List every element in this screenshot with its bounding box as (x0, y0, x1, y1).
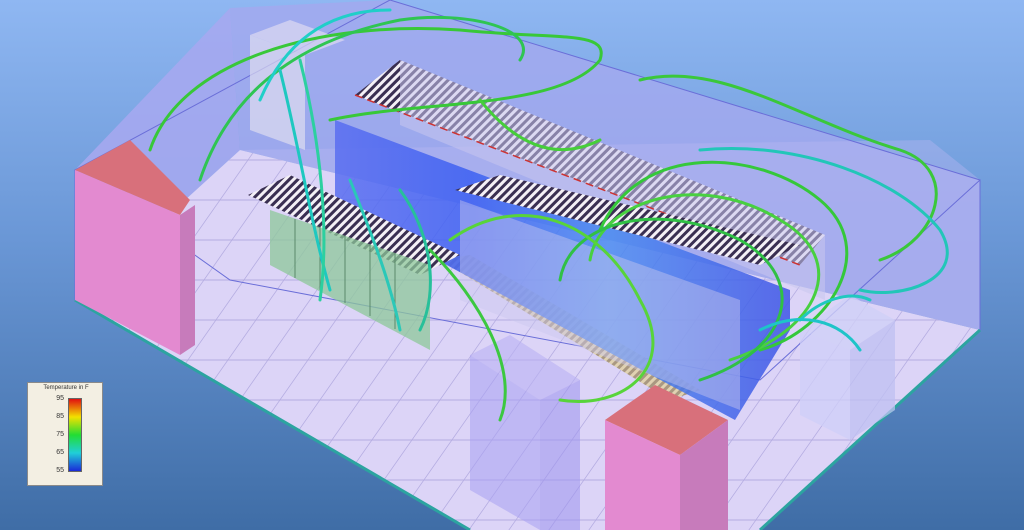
legend-tick-75: 75 (56, 431, 64, 438)
color-scale-bar (68, 398, 82, 472)
datacenter-cfd-view (74, 0, 982, 530)
temperature-legend: Temperature in F 95 85 75 65 55 (27, 382, 103, 486)
legend-tick-55: 55 (56, 467, 64, 474)
legend-tick-95: 95 (56, 395, 64, 402)
legend-tick-85: 85 (56, 413, 64, 420)
legend-title: Temperature in F (43, 385, 89, 391)
legend-tick-65: 65 (56, 449, 64, 456)
